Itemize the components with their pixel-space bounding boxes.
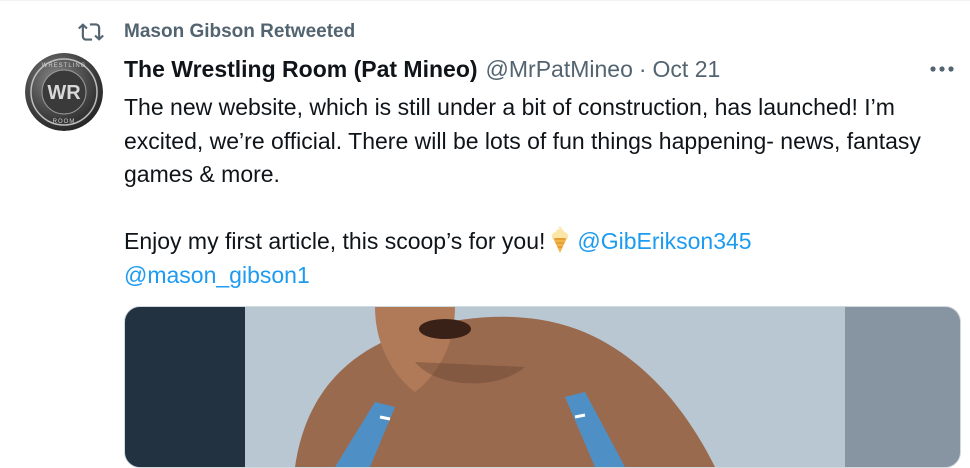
retweet-indicator: Mason Gibson Retweeted	[78, 19, 355, 45]
tweet-text: The new website, which is still under a …	[124, 91, 959, 292]
retweeted-by-label[interactable]: Mason Gibson Retweeted	[124, 21, 355, 43]
svg-text:WR: WR	[47, 82, 81, 104]
tweet-paragraph-1: The new website, which is still under a …	[124, 94, 921, 187]
retweet-icon	[78, 23, 104, 41]
tweet-header: The Wrestling Room (Pat Mineo) @MrPatMin…	[124, 54, 910, 84]
separator-dot: ·	[638, 55, 647, 82]
wrestling-room-logo: WR WRESTLING ROOM	[25, 53, 103, 131]
svg-text:ROOM: ROOM	[53, 119, 76, 125]
svg-text:WRESTLING: WRESTLING	[42, 63, 87, 69]
tweet-paragraph-2: Enjoy my first article, this scoop’s for…	[124, 225, 959, 292]
more-options-icon	[930, 66, 954, 72]
tweet-date[interactable]: Oct 21	[653, 56, 721, 83]
top-divider	[0, 0, 970, 1]
tweet-paragraph-2-text: Enjoy my first article, this scoop’s for…	[124, 228, 546, 254]
author-name[interactable]: The Wrestling Room (Pat Mineo)	[124, 56, 478, 83]
author-handle[interactable]: @MrPatMineo	[486, 56, 633, 83]
tweet-media[interactable]	[124, 306, 961, 468]
mention-link[interactable]: @GibErikson345	[577, 228, 751, 254]
ice-cream-icon	[552, 226, 569, 253]
wrestler-photo	[125, 307, 960, 467]
more-options-button[interactable]	[928, 57, 956, 81]
mention-link[interactable]: @mason_gibson1	[124, 262, 310, 288]
avatar[interactable]: WR WRESTLING ROOM	[25, 53, 103, 131]
